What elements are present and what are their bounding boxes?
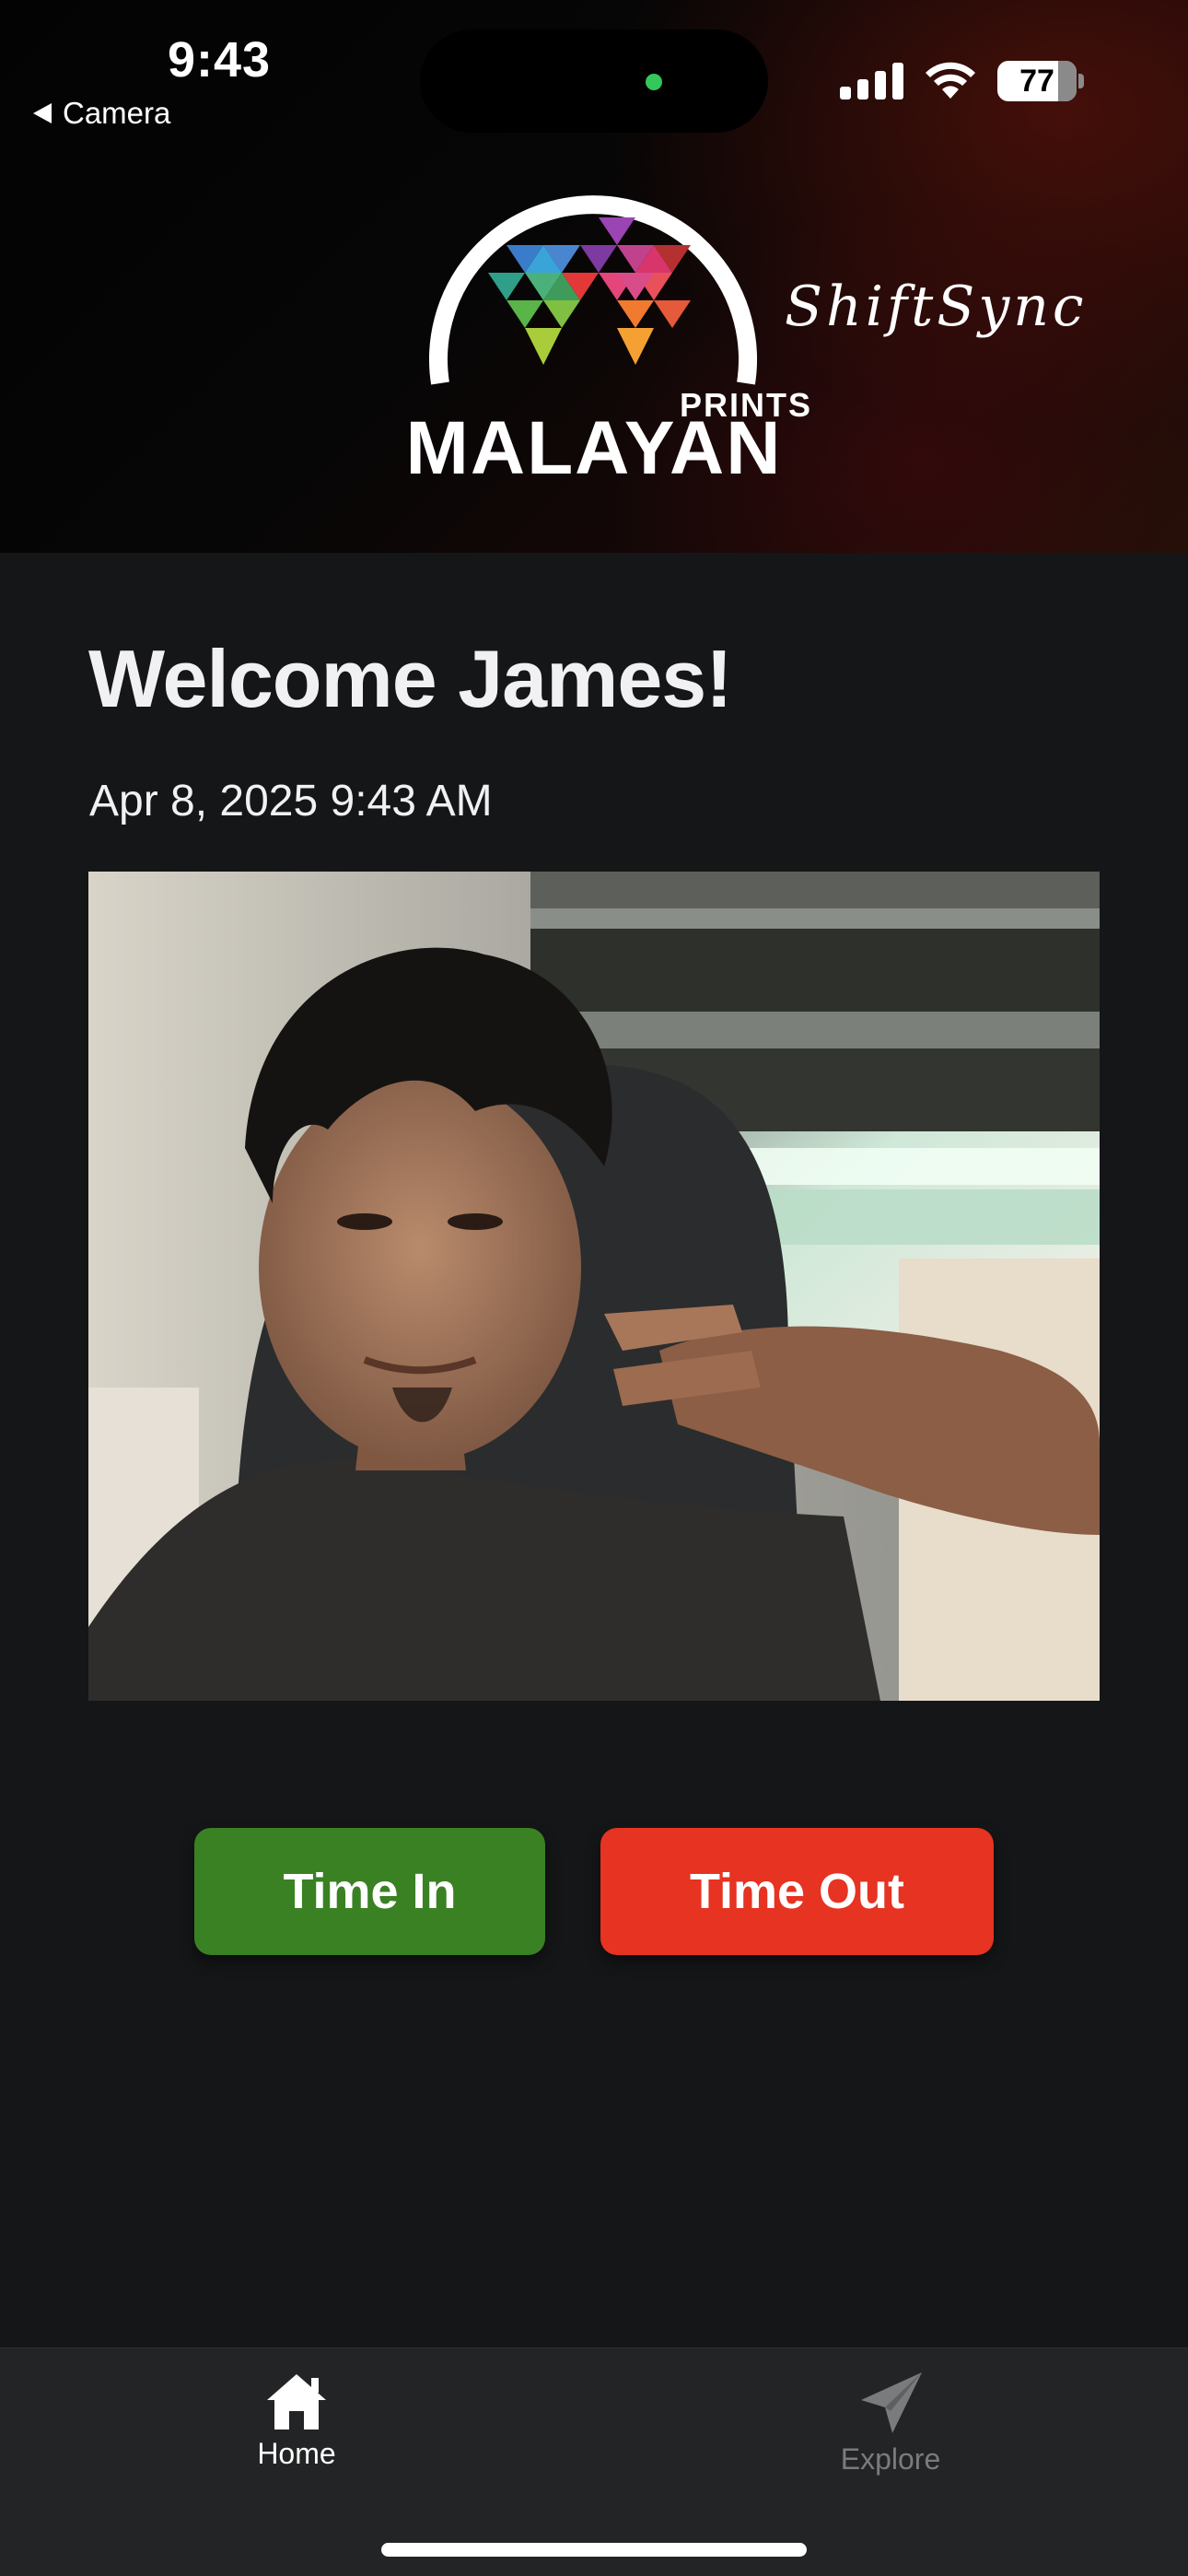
tab-explore[interactable]: Explore	[789, 2371, 992, 2476]
tab-explore-label: Explore	[840, 2442, 941, 2476]
dynamic-island	[420, 29, 768, 133]
back-label: Camera	[63, 96, 171, 130]
time-in-button[interactable]: Time In	[194, 1828, 545, 1955]
camera-indicator-dot	[646, 74, 662, 90]
welcome-heading: Welcome James!	[88, 633, 733, 724]
home-icon	[267, 2374, 326, 2430]
cellular-signal-icon	[840, 63, 903, 100]
home-indicator[interactable]	[381, 2543, 807, 2557]
company-logo: PRINTS MALAYAN	[350, 181, 847, 494]
wifi-icon	[926, 62, 975, 99]
current-datetime: Apr 8, 2025 9:43 AM	[89, 777, 493, 825]
back-arrow-icon	[33, 103, 52, 123]
tab-home-label: Home	[257, 2437, 336, 2470]
battery-icon: 77	[997, 61, 1077, 101]
bottom-tab-bar: Home Explore	[0, 2348, 1188, 2576]
logo-wordmark: MALAYAN	[405, 406, 783, 490]
status-time: 9:43	[168, 32, 272, 88]
status-indicators: 77	[840, 55, 1084, 107]
paper-plane-icon	[861, 2372, 922, 2433]
app-screen: 9:43 Camera 77 PRINTS MALAYAN ShiftSync …	[0, 0, 1188, 2576]
app-name: ShiftSync	[785, 275, 1088, 339]
tab-home[interactable]: Home	[195, 2371, 398, 2471]
back-to-camera-link[interactable]: Camera	[33, 96, 170, 131]
camera-photo-preview	[88, 872, 1100, 1701]
battery-level: 77	[1019, 63, 1054, 99]
header: 9:43 Camera 77 PRINTS MALAYAN ShiftSync	[0, 0, 1188, 553]
time-out-button[interactable]: Time Out	[600, 1828, 994, 1955]
